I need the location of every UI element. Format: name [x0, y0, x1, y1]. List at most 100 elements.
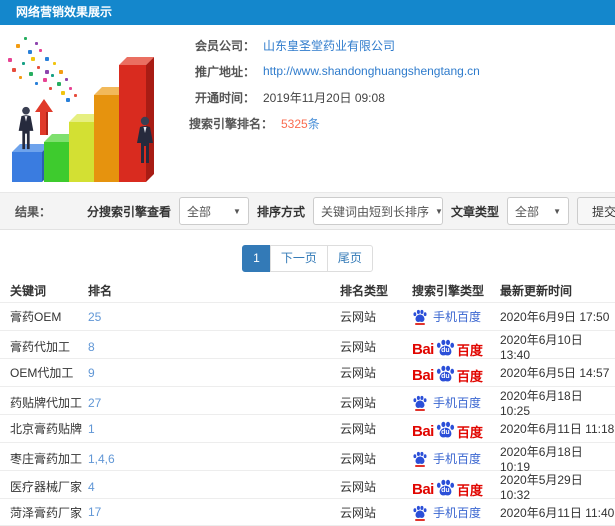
rank-link[interactable]: 25	[88, 310, 340, 324]
rank-link[interactable]: 9	[88, 366, 340, 380]
update-time-cell: 2020年6月9日 17:50	[500, 310, 610, 324]
table-row: 菏泽膏药厂家 17 云网站 手机百度 2020年6月11日 11:40	[0, 498, 615, 526]
confetti-dot	[29, 72, 33, 76]
filter-bar: 结果： 分搜索引擎查看 全部 ▼ 排序方式 关键词由短到长排序 ▼ 文章类型 全…	[0, 192, 615, 230]
promo-url-label: 推广地址：	[194, 64, 255, 79]
header-keyword: 关键词	[10, 283, 47, 298]
info-row-company: 会员公司： 山东皇圣堂药业有限公司	[185, 36, 615, 54]
rank-type-cell: 云网站	[340, 366, 377, 380]
confetti-dot	[19, 76, 22, 79]
engine-cell: Bai du 百度	[412, 419, 500, 439]
member-info-panel: 会员公司： 山东皇圣堂药业有限公司 推广地址： http://www.shand…	[185, 36, 615, 140]
baidu-logo-bai: Bai	[412, 340, 434, 358]
rank-link[interactable]: 4	[88, 480, 340, 494]
rank-link[interactable]: 17	[88, 505, 340, 519]
baidu-logo-du: du	[441, 346, 450, 354]
confetti-dot	[8, 58, 12, 62]
chevron-down-icon: ▼	[434, 206, 443, 216]
baidu-paw-icon: du	[435, 337, 456, 357]
next-page-button[interactable]: 下一页	[269, 245, 328, 272]
mobile-baidu-badge: 手机百度	[412, 394, 481, 411]
keyword-cell: 膏药代加工	[10, 340, 71, 354]
company-link[interactable]: 山东皇圣堂药业有限公司	[263, 37, 395, 54]
baidu-logo-baidu: 百度	[456, 424, 483, 440]
confetti-dot	[59, 70, 63, 74]
baidu-paw-icon	[412, 450, 428, 467]
company-label: 会员公司：	[194, 38, 255, 53]
confetti-dot	[39, 49, 42, 52]
info-row-engine-rank: 搜索引擎排名： 5325条	[185, 114, 615, 132]
mobile-baidu-badge: 手机百度	[412, 504, 481, 521]
update-time-cell: 2020年6月11日 11:18	[500, 422, 615, 436]
table-row: 医疗器械厂家 4 云网站 Bai du 百度 2020年5月29日 10:32	[0, 470, 615, 502]
baidu-logo-bai: Bai	[412, 480, 434, 498]
confetti-dot	[65, 78, 68, 81]
baidu-logo-baidu: 百度	[456, 482, 483, 498]
keyword-cell: OEM代加工	[10, 366, 74, 380]
engine-cell: Bai du 百度	[412, 363, 500, 383]
confetti-dot	[35, 82, 38, 85]
keyword-cell: 菏泽膏药厂家	[10, 505, 83, 520]
baidu-logo-bai: Bai	[412, 366, 434, 384]
open-time-label: 开通时间：	[194, 90, 255, 105]
info-row-url: 推广地址： http://www.shandonghuangshengtang.…	[185, 62, 615, 80]
confetti-dot	[31, 57, 35, 61]
sort-filter-value: 关键词由短到长排序	[320, 204, 429, 219]
engine-rank-value: 5325条	[281, 115, 320, 132]
info-row-open-time: 开通时间： 2019年11月20日 09:08	[185, 88, 615, 106]
engine-cell: Bai du 百度	[412, 477, 500, 497]
engine-cell: 手机百度	[412, 394, 500, 411]
baidu-logo: Bai du 百度	[412, 477, 483, 497]
sort-filter-select[interactable]: 关键词由短到长排序 ▼	[312, 197, 443, 225]
confetti-dot	[61, 91, 65, 95]
rank-type-cell: 云网站	[340, 310, 377, 324]
page-1-button[interactable]: 1	[242, 245, 271, 272]
confetti-dot	[45, 57, 49, 61]
header-rank-type: 排名类型	[340, 283, 389, 298]
rank-link[interactable]: 8	[88, 340, 340, 354]
chart-bar-4	[94, 87, 127, 182]
promo-url-link[interactable]: http://www.shandonghuangshengtang.cn	[263, 64, 480, 78]
last-page-button[interactable]: 尾页	[326, 245, 373, 272]
open-time-value: 2019年11月20日 09:08	[263, 90, 385, 105]
confetti-dot	[51, 74, 54, 77]
mobile-baidu-badge: 手机百度	[412, 450, 481, 467]
mobile-baidu-label: 手机百度	[433, 396, 482, 410]
rank-link[interactable]: 1,4,6	[88, 452, 340, 466]
confetti-dot	[22, 62, 25, 65]
mobile-baidu-label: 手机百度	[433, 452, 482, 466]
sort-filter-label: 排序方式	[256, 204, 305, 219]
baidu-logo-baidu: 百度	[456, 368, 483, 384]
engine-filter-label: 分搜索引擎查看	[86, 204, 171, 219]
growth-bar-chart-graphic	[0, 30, 180, 190]
rank-link[interactable]: 1	[88, 422, 340, 436]
rank-link[interactable]: 27	[88, 396, 340, 410]
confetti-dot	[66, 98, 70, 102]
table-row: 膏药代加工 8 云网站 Bai du 百度 2020年6月10日 13:40	[0, 330, 615, 362]
keyword-cell: 药贴牌代加工	[10, 396, 83, 410]
table-row: 北京膏药贴牌 1 云网站 Bai du 百度 2020年6月11日 11:18	[0, 414, 615, 442]
engine-filter-select[interactable]: 全部 ▼	[178, 197, 249, 225]
baidu-logo: Bai du 百度	[412, 363, 483, 383]
confetti-dot	[57, 82, 61, 86]
baidu-logo: Bai du 百度	[412, 419, 483, 439]
table-row: 枣庄膏药加工 1,4,6 云网站 手机百度 2020年6月18日 10:19	[0, 442, 615, 474]
baidu-logo-baidu: 百度	[456, 342, 483, 358]
mobile-baidu-label: 手机百度	[433, 505, 482, 520]
confetti-dot	[43, 78, 47, 82]
baidu-paw-icon: du	[435, 477, 456, 497]
article-type-select[interactable]: 全部 ▼	[506, 197, 569, 225]
engine-cell: 手机百度	[412, 450, 500, 467]
header-engine-type: 搜索引擎类型	[412, 283, 485, 298]
keyword-cell: 膏药OEM	[10, 310, 62, 324]
article-type-value: 全部	[514, 204, 539, 219]
keyword-cell: 医疗器械厂家	[10, 480, 83, 494]
confetti-dot	[16, 44, 20, 48]
page-title-bar: 网络营销效果展示	[0, 0, 615, 25]
article-type-label: 文章类型	[450, 204, 499, 219]
confetti-dot	[49, 87, 52, 90]
engine-cell: 手机百度	[412, 308, 500, 325]
submit-button[interactable]: 提交	[576, 197, 615, 225]
confetti-dot	[35, 42, 38, 45]
page-title: 网络营销效果展示	[16, 5, 113, 19]
